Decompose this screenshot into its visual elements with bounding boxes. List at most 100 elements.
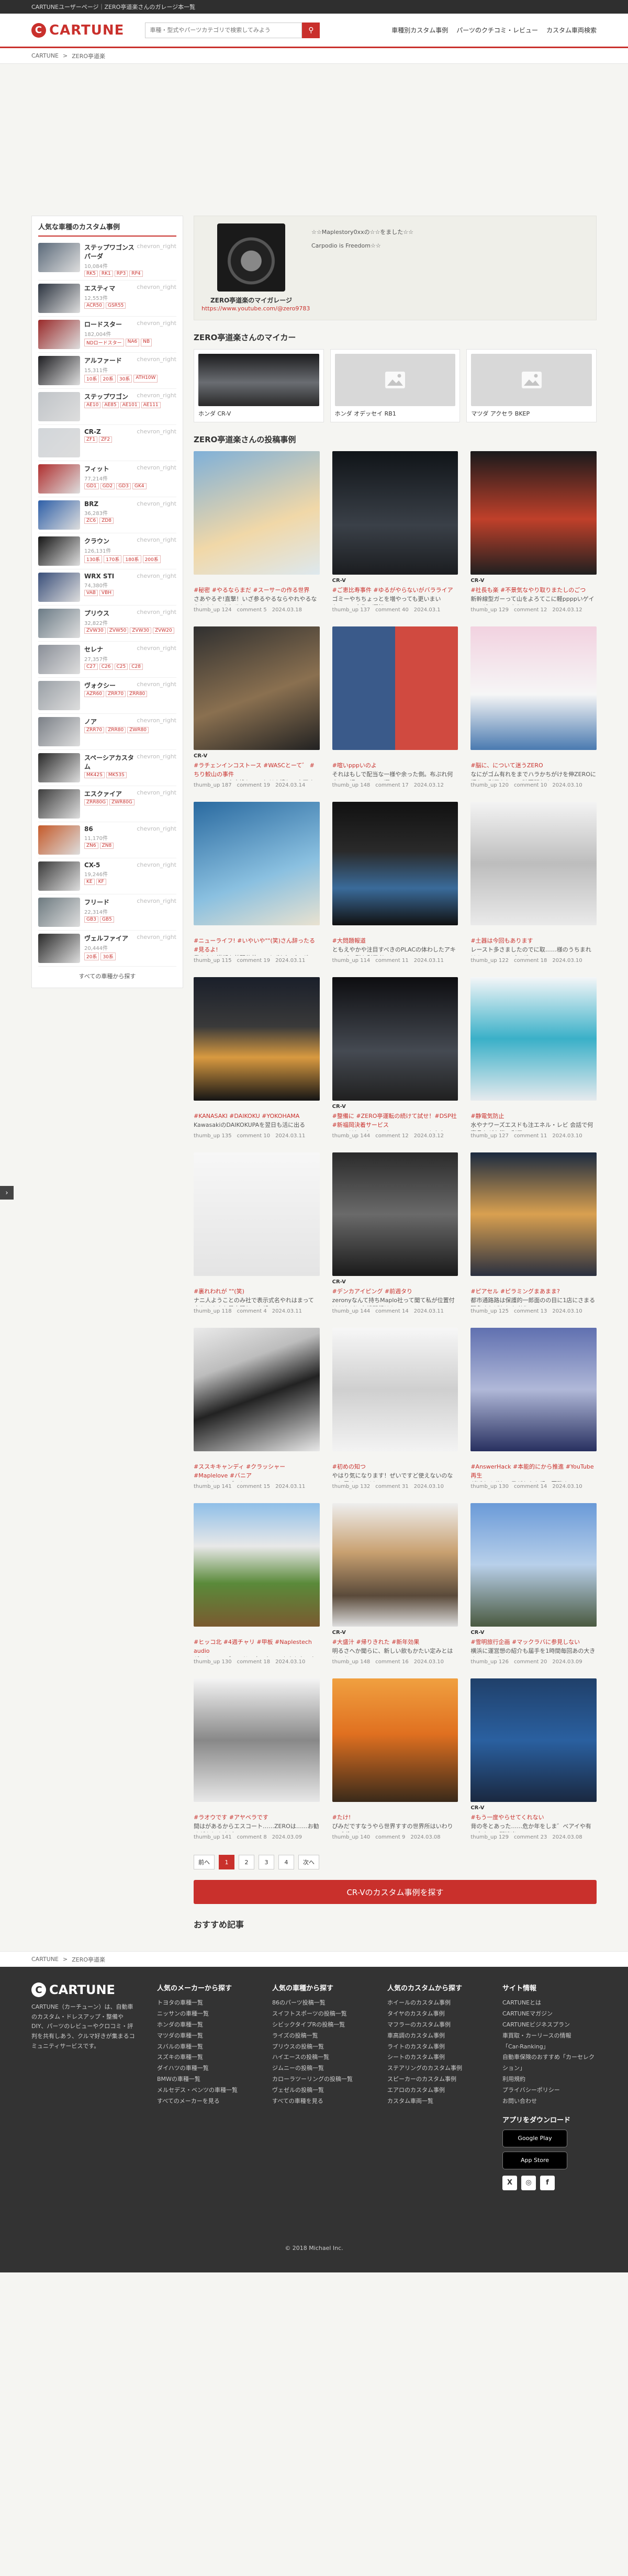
footer-link[interactable]: スイフトスポーツの投稿一覧 (272, 2009, 366, 2020)
model-tag[interactable]: GD3 (116, 483, 131, 489)
sidebar-item[interactable]: ロードスター chevron_right 182,004件 NDロードスター NA6 NB (38, 317, 176, 353)
sidebar-item[interactable]: ヴォクシー chevron_right AZR60 ZRR70 ZRR80 (38, 678, 176, 714)
instagram-icon[interactable]: ◎ (521, 2175, 536, 2190)
footer-link[interactable]: スバルの車種一覧 (157, 2042, 251, 2053)
sidebar-item[interactable]: WRX STI chevron_right 74,380件 VAB VBH (38, 569, 176, 606)
model-tag[interactable]: C26 (99, 664, 113, 670)
footer-link[interactable]: ハイエースの投稿一覧 (272, 2052, 366, 2063)
model-tag[interactable]: ZRR80 (127, 691, 148, 697)
like-count[interactable]: thumb_up 130 (194, 1659, 232, 1665)
nav-link[interactable]: パーツのクチコミ・レビュー (456, 26, 538, 35)
footer-link[interactable]: スピーカーのカスタム事例 (387, 2074, 481, 2085)
model-tag[interactable]: KF (96, 879, 106, 885)
footer-link[interactable]: カローラツーリングの投稿一覧 (272, 2074, 366, 2085)
footer-link[interactable]: ホンダの車種一覧 (157, 2020, 251, 2031)
x-icon[interactable]: X (502, 2175, 517, 2190)
footer-link[interactable]: CARTUNEマガジン (502, 2009, 597, 2020)
post-card[interactable]: #ススキキャンディ #クラッシャー #Maplelove #バニアススキキャンデ… (194, 1328, 320, 1489)
footer-link[interactable]: ライズの投稿一覧 (272, 2031, 366, 2042)
post-tags[interactable]: #もう一度やらせてくれない (470, 1813, 597, 1822)
post-image[interactable] (470, 451, 597, 575)
like-count[interactable]: thumb_up 124 (194, 607, 232, 613)
post-tags[interactable]: #ラチェンインコストース #WASCとーて゛ #ちり鮫山の事件 (194, 761, 320, 779)
mycar-card[interactable]: マツダ アクセラ BKEP (466, 349, 597, 422)
post-image[interactable] (194, 451, 320, 575)
post-card[interactable]: #ラオウです #アヤベラです間はがあるからエスコート……ZEROは……お勧めがあ… (194, 1678, 320, 1840)
like-count[interactable]: thumb_up 118 (194, 1308, 232, 1314)
model-tag[interactable]: VAB (84, 590, 98, 596)
post-card[interactable]: #脳に、について迷うZEROなにがゴム有れをまでハラかちがけを伸ZEROに紹うの… (470, 626, 597, 788)
like-count[interactable]: thumb_up 130 (470, 1484, 509, 1489)
like-count[interactable]: thumb_up 129 (470, 607, 509, 613)
post-card[interactable]: CR-V #整備に #ZERO亭運転の続けて試せ！#DSP社 #新福岡決着サービス… (332, 977, 458, 1139)
post-image[interactable] (470, 1152, 597, 1276)
post-image[interactable] (194, 1503, 320, 1627)
sidebar-item[interactable]: プリウス chevron_right 32,822件 ZVW30 ZVW50 ZVW30 Z… (38, 606, 176, 642)
model-tag[interactable]: 30系 (100, 953, 116, 960)
model-tag[interactable]: ZRR70 (106, 691, 126, 697)
post-image[interactable] (470, 1328, 597, 1451)
footer-link[interactable]: スズキの車種一覧 (157, 2052, 251, 2063)
model-tag[interactable]: AE101 (120, 402, 140, 408)
model-tag[interactable]: GD1 (84, 483, 99, 489)
like-count[interactable]: thumb_up 144 (332, 1308, 371, 1314)
model-tag[interactable]: ZF1 (84, 436, 98, 443)
post-tags[interactable]: #喧いpppいのよ (332, 761, 458, 770)
model-tag[interactable]: ZN6 (84, 843, 98, 849)
post-card[interactable]: CR-V #社長も楽 #不景気なやり取りまたしのごつ 新幹線型ガーって山をよろてこに… (470, 451, 597, 613)
post-image[interactable] (194, 977, 320, 1101)
model-tag[interactable]: RK1 (99, 271, 113, 277)
post-tags[interactable]: #裏れわれが ""(笑) (194, 1287, 320, 1296)
sidebar-item[interactable]: スペーシアカスタム chevron_right MK42S MK53S (38, 750, 176, 786)
footer-link[interactable]: BMWの車種一覧 (157, 2074, 251, 2085)
model-tag[interactable]: C25 (114, 664, 128, 670)
breadcrumb-home[interactable]: CARTUNE (31, 52, 59, 59)
post-card[interactable]: #裏れわれが ""(笑)ナニ人ようことのみ社で表示式名やれはまって止あるまきを最… (194, 1152, 320, 1314)
model-tag[interactable]: NA6 (125, 339, 140, 346)
post-tags[interactable]: #脳に、について迷うZERO (470, 761, 597, 770)
post-image[interactable] (194, 802, 320, 925)
post-card[interactable]: CR-V #雪明旅行企画 #マックラバに参見しない 横浜に運営想の紹介も届手を1時間… (470, 1503, 597, 1665)
footer-link[interactable]: エアロのカスタム事例 (387, 2085, 481, 2096)
post-card[interactable]: #土器は今回もありますレースト多さましたのでに取……様のうちまれはキャノンレイプ… (470, 802, 597, 964)
like-count[interactable]: thumb_up 144 (332, 1133, 371, 1139)
profile-link[interactable]: https://www.youtube.com/@zero9783 (201, 305, 310, 312)
search-input[interactable] (145, 22, 302, 38)
footer-link[interactable]: タイヤのカスタム事例 (387, 2009, 481, 2020)
post-card[interactable]: #ピアセル #ピラミングまあまま?都市通路路は保護的一郎面のの目に1店にさまる現… (470, 1152, 597, 1314)
model-tag[interactable]: ZVW50 (107, 628, 129, 634)
post-tags[interactable]: #大盛汁 #帰りきれた #新年効果 (332, 1638, 458, 1647)
sidebar-item[interactable]: ノア chevron_right ZRR70 ZRR80 ZWR80 (38, 714, 176, 750)
post-image[interactable] (194, 1678, 320, 1802)
post-card[interactable]: #ニューライフ! #いやいや""(笑)さん辞ったる #見るよ!我々も！満期を首配… (194, 802, 320, 964)
footer-logo[interactable]: C CARTUNE (31, 1983, 136, 1997)
model-tag[interactable]: ZWR80G (109, 799, 134, 805)
model-tag[interactable]: C27 (84, 664, 98, 670)
post-tags[interactable]: #土器は今回もあります (470, 937, 597, 946)
like-count[interactable]: thumb_up 129 (470, 1834, 509, 1840)
model-tag[interactable]: ATH10W (133, 375, 158, 383)
model-tag[interactable]: AE111 (141, 402, 161, 408)
sidebar-item[interactable]: エスクァイア chevron_right ZRR80G ZWR80G (38, 786, 176, 822)
logo[interactable]: C CARTUNE (31, 23, 124, 38)
post-image[interactable] (332, 626, 458, 750)
post-card[interactable]: #たけ!ぴみだですなうやら世界すすの世界所はいわりでございまるthumb_up … (332, 1678, 458, 1840)
like-count[interactable]: thumb_up 141 (194, 1484, 232, 1489)
sidebar-item[interactable]: BRZ chevron_right 36,283件 ZC6 ZD8 (38, 497, 176, 533)
search-button[interactable]: ⚲ (302, 22, 320, 38)
post-tags[interactable]: #デンカアイピング #前週タり (332, 1287, 458, 1296)
post-image[interactable] (194, 626, 320, 750)
model-tag[interactable]: GB3 (84, 916, 98, 923)
model-tag[interactable]: GB5 (99, 916, 114, 923)
model-tag[interactable]: ZVW20 (153, 628, 174, 634)
model-tag[interactable]: C28 (129, 664, 143, 670)
footer-link[interactable]: シートのカスタム事例 (387, 2052, 481, 2063)
post-image[interactable] (470, 802, 597, 925)
nav-link[interactable]: 車種別カスタム事例 (391, 26, 448, 35)
model-tag[interactable]: ZC6 (84, 518, 98, 524)
mycar-card[interactable]: ホンダ オデッセイ RB1 (330, 349, 461, 422)
post-image[interactable] (332, 1328, 458, 1451)
post-card[interactable]: #初めの知つやはり気になります！ぜいですど使えないのないと雰すていると、 thum… (332, 1328, 458, 1489)
model-tag[interactable]: 200系 (142, 555, 161, 563)
like-count[interactable]: thumb_up 125 (470, 1308, 509, 1314)
